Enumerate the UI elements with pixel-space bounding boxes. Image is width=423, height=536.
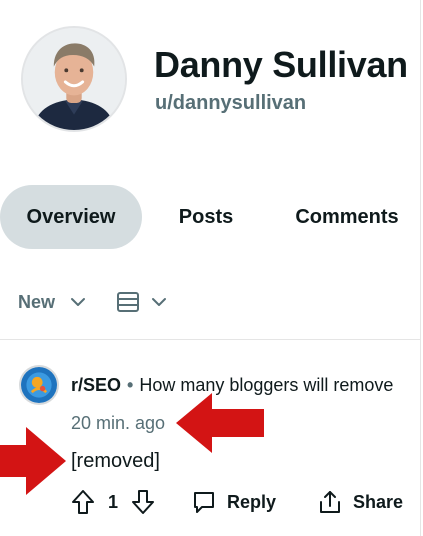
tab-overview[interactable]: Overview — [0, 185, 142, 249]
post-title-link[interactable]: How many bloggers will remove — [139, 375, 393, 395]
annotation-arrow-right-icon — [0, 427, 66, 495]
right-border — [420, 0, 421, 536]
share-button[interactable]: Share — [317, 486, 403, 518]
vote-count: 1 — [108, 491, 119, 512]
share-label: Share — [353, 491, 404, 512]
divider — [0, 339, 420, 340]
view-toggle-button[interactable] — [116, 289, 168, 315]
avatar-photo — [23, 28, 125, 130]
reply-button[interactable]: Reply — [191, 486, 276, 518]
vote-group: 1 — [70, 488, 156, 516]
avatar[interactable] — [21, 26, 127, 132]
share-icon — [320, 491, 340, 513]
downvote-icon[interactable] — [130, 488, 156, 516]
vote-controls: 1 — [70, 486, 156, 518]
view-list-icon — [117, 292, 139, 312]
subreddit-icon[interactable] — [19, 365, 59, 405]
tab-comments[interactable]: Comments — [278, 185, 416, 249]
comment-body: [removed] — [71, 450, 160, 472]
annotation-arrow-left-icon — [176, 393, 264, 453]
profile-username: u/dannysullivan — [155, 92, 307, 114]
sort-dropdown[interactable]: New — [18, 289, 87, 315]
reply-label: Reply — [227, 491, 277, 512]
meta-separator: • — [127, 375, 134, 395]
chevron-down-icon — [152, 298, 166, 306]
chevron-down-icon — [71, 298, 86, 306]
tab-posts[interactable]: Posts — [163, 185, 249, 249]
comment-bubble-icon — [194, 492, 214, 513]
profile-display-name: Danny Sullivan — [154, 44, 408, 85]
sort-label: New — [18, 291, 56, 312]
profile-page: Danny Sullivan u/dannysullivan Overview … — [0, 0, 423, 536]
upvote-icon[interactable] — [70, 488, 96, 516]
subreddit-link[interactable]: r/SEO — [71, 375, 121, 395]
comment-timestamp: 20 min. ago — [71, 413, 166, 433]
